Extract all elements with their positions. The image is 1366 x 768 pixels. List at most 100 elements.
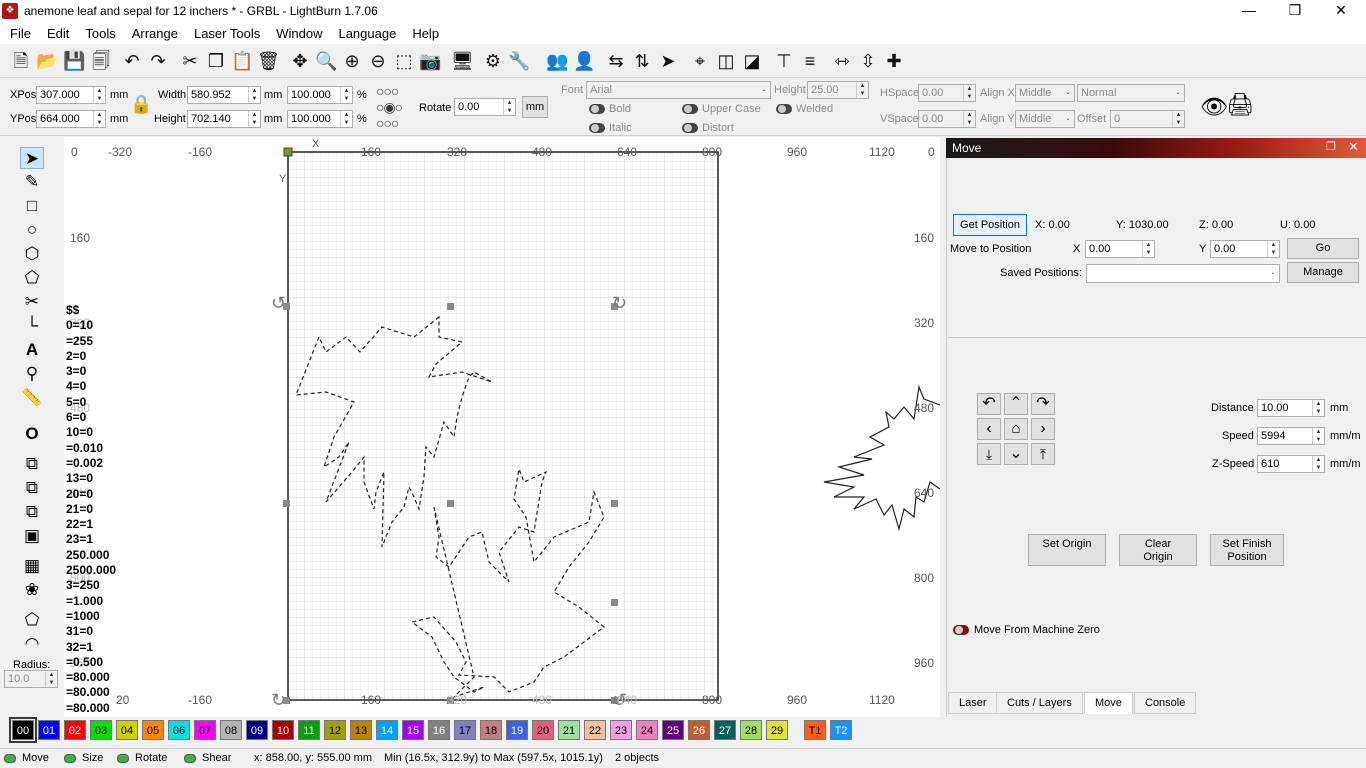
menu-window[interactable]: Window	[274, 24, 328, 44]
polygon-icon[interactable]: ⬡	[20, 243, 44, 265]
offset-tool-icon[interactable]: O	[20, 423, 44, 445]
layer-swatch-26[interactable]: 26	[688, 720, 710, 740]
move-mode-indicator[interactable]	[4, 754, 16, 763]
aligny-dropdown-icon[interactable]: ⌄	[1062, 111, 1074, 127]
jog-up-icon[interactable]: ⌃	[1004, 393, 1028, 415]
offset-field[interactable]: 0 ▲ ▼	[1110, 110, 1185, 128]
export-icon[interactable]: 🗐	[90, 50, 112, 72]
move-y-spinner-icon[interactable]: ▲ ▼	[1267, 241, 1279, 257]
clear-origin-button[interactable]: Clear Origin	[1119, 534, 1197, 566]
tab-laser[interactable]: Laser	[948, 692, 998, 714]
boolean-union-icon[interactable]: ⧉	[20, 453, 44, 475]
edit-nodes-icon[interactable]: ⬠	[20, 267, 44, 289]
layer-swatch-29[interactable]: 29	[766, 720, 788, 740]
trim-scissors-icon[interactable]: ✂	[20, 291, 44, 313]
layer-swatch-18[interactable]: 18	[480, 720, 502, 740]
location-pin-icon[interactable]: ⚲	[20, 363, 44, 385]
ypos-spinner-icon[interactable]: ▲ ▼	[93, 111, 105, 127]
font-select[interactable]: Arial ⌄	[586, 81, 771, 99]
layer-swatch-12[interactable]: 12	[324, 720, 346, 740]
distribute-h-icon[interactable]: ⇿	[831, 50, 853, 72]
hspace-field[interactable]: 0.00 ▲ ▼	[918, 84, 976, 102]
layer-swatch-06[interactable]: 06	[168, 720, 190, 740]
menu-file[interactable]: File	[8, 24, 37, 44]
vspace-field[interactable]: 0.00 ▲ ▼	[918, 110, 976, 128]
jog-down-icon[interactable]: ⌄	[1004, 443, 1028, 465]
group-icon[interactable]: 👥	[546, 50, 568, 72]
upper-case-toggle[interactable]	[682, 104, 698, 114]
wpct-spinner-icon[interactable]: ▲ ▼	[340, 87, 352, 103]
selection-handle-mc[interactable]	[447, 500, 454, 507]
lock-icon[interactable]: 🔒	[130, 94, 152, 115]
panel-float-icon[interactable]: ❐	[1326, 140, 1336, 153]
grid-array-icon[interactable]: ▦	[20, 555, 44, 577]
width-spinner-icon[interactable]: ▲ ▼	[248, 87, 260, 103]
layer-swatch-20[interactable]: 20	[532, 720, 554, 740]
size-mode-indicator[interactable]	[64, 754, 76, 763]
distance-spinner-icon[interactable]: ▲ ▼	[1312, 400, 1324, 416]
ellipse-icon[interactable]: ○	[20, 219, 44, 241]
layer-swatch-T1[interactable]: T1	[804, 720, 826, 740]
layer-swatch-03[interactable]: 03	[90, 720, 112, 740]
hpct-spinner-icon[interactable]: ▲ ▼	[340, 111, 352, 127]
new-file-icon[interactable]: 🗎	[10, 50, 32, 72]
distort-toggle[interactable]	[682, 123, 698, 133]
menu-arrange[interactable]: Arrange	[130, 24, 184, 44]
selection-handle-ml[interactable]	[283, 500, 290, 507]
corner-tool-icon[interactable]: ⬠	[20, 609, 44, 631]
get-position-button[interactable]: Get Position	[953, 214, 1027, 236]
zoom-selection-icon[interactable]: 🔍	[315, 50, 337, 72]
maximize-button[interactable]: ❐	[1272, 2, 1318, 22]
select-arrow-icon[interactable]: ➤	[20, 147, 44, 169]
font-height-field[interactable]: 25.00 ▲ ▼	[807, 81, 869, 99]
rotate-handle-bl-icon[interactable]: ↻	[271, 690, 286, 711]
layer-swatch-07[interactable]: 07	[194, 720, 216, 740]
vspace-spinner-icon[interactable]: ▲ ▼	[963, 111, 975, 127]
move-y-field[interactable]: 0.00 ▲ ▼	[1210, 240, 1280, 258]
open-file-icon[interactable]: 📂	[36, 50, 58, 72]
redo-icon[interactable]: ↷	[147, 50, 169, 72]
text-tool-icon[interactable]: A	[20, 339, 44, 361]
tab-move[interactable]: Move	[1084, 692, 1133, 714]
layer-swatch-27[interactable]: 27	[714, 720, 736, 740]
paste-icon[interactable]: 📋	[231, 50, 253, 72]
radius-field[interactable]: 10.0 ▲ ▼	[4, 670, 58, 688]
circular-array-icon[interactable]: ❀	[20, 579, 44, 601]
italic-toggle[interactable]	[589, 123, 605, 133]
jog-up-right-icon[interactable]: ↷	[1031, 393, 1055, 415]
height-field[interactable]: 702.140 ▲ ▼	[187, 110, 261, 128]
camera-icon[interactable]: 📷	[419, 50, 441, 72]
align-top-icon[interactable]: ⊤	[773, 50, 795, 72]
rotate-mode-indicator[interactable]	[117, 754, 129, 763]
selection-handle-center[interactable]	[611, 599, 618, 606]
copy-icon[interactable]: ❐	[205, 50, 227, 72]
layer-swatch-T2[interactable]: T2	[830, 720, 852, 740]
align-right-icon[interactable]: ◪	[741, 50, 763, 72]
rotate-handle-tl-icon[interactable]: ↺	[271, 293, 286, 314]
zspeed-spinner-icon[interactable]: ▲ ▼	[1312, 456, 1324, 472]
jog-left-icon[interactable]: ‹	[977, 418, 1001, 440]
laser-machine-icon[interactable]: 🖨	[1226, 92, 1254, 118]
layer-swatch-23[interactable]: 23	[610, 720, 632, 740]
layer-swatch-09[interactable]: 09	[246, 720, 268, 740]
move-x-spinner-icon[interactable]: ▲ ▼	[1142, 241, 1154, 257]
align-middle-icon[interactable]: ≡	[799, 50, 821, 72]
hspace-spinner-icon[interactable]: ▲ ▼	[963, 85, 975, 101]
zoom-page-icon[interactable]: ⬚	[393, 50, 415, 72]
radius-spinner-icon[interactable]: ▲ ▼	[45, 671, 57, 687]
align-x-select[interactable]: Middle ⌄	[1015, 84, 1075, 102]
delete-icon[interactable]: 🗑	[257, 50, 280, 72]
ypos-field[interactable]: 664.000 ▲ ▼	[36, 110, 106, 128]
go-button[interactable]: Go	[1287, 238, 1359, 259]
style-dropdown-icon[interactable]: ⌄	[1172, 85, 1184, 101]
layer-swatch-28[interactable]: 28	[740, 720, 762, 740]
flip-horizontal-icon[interactable]: ⇆	[605, 50, 627, 72]
weld-icon[interactable]: ▣	[20, 525, 44, 547]
layer-swatch-21[interactable]: 21	[558, 720, 580, 740]
bold-toggle[interactable]	[589, 104, 605, 114]
monitor-icon[interactable]: 🖥	[451, 50, 474, 72]
z-speed-field[interactable]: 610 ▲ ▼	[1257, 455, 1325, 473]
shear-mode-indicator[interactable]	[184, 754, 196, 763]
close-window-button[interactable]: ✕	[1318, 2, 1364, 22]
layer-swatch-24[interactable]: 24	[636, 720, 658, 740]
